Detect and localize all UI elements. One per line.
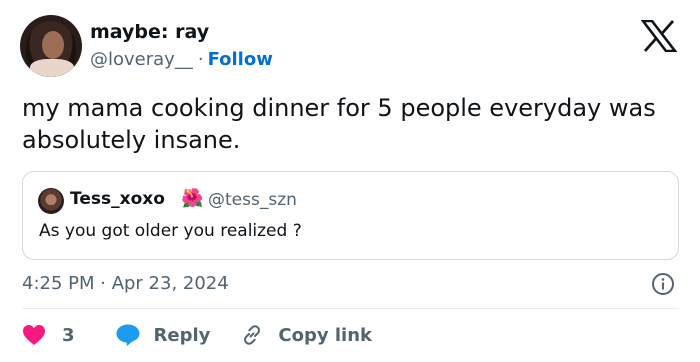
reply-icon bbox=[116, 324, 140, 346]
avatar-clothing bbox=[30, 59, 74, 77]
reply-button[interactable]: Reply bbox=[115, 323, 211, 347]
author-display-name[interactable]: maybe: ray bbox=[90, 21, 209, 43]
like-button[interactable]: 3 bbox=[22, 324, 75, 346]
separator-dot: · bbox=[197, 49, 204, 70]
quoted-author-name: Tess_xoxo bbox=[70, 189, 165, 209]
author-avatar[interactable] bbox=[20, 15, 82, 77]
avatar-face bbox=[42, 31, 64, 59]
flower-icon: 🌺 bbox=[181, 188, 204, 209]
info-icon[interactable] bbox=[651, 272, 675, 296]
timestamp[interactable]: 4:25 PM · Apr 23, 2024 bbox=[22, 273, 229, 294]
like-count: 3 bbox=[62, 324, 75, 346]
heart-icon bbox=[23, 325, 45, 345]
copy-link-label: Copy link bbox=[278, 324, 372, 346]
divider bbox=[22, 308, 679, 309]
author-handle[interactable]: @loveray__ bbox=[90, 49, 193, 70]
copy-link-button[interactable]: Copy link bbox=[240, 323, 372, 347]
author-handle-row: @loveray__ · Follow bbox=[90, 49, 273, 70]
action-bar: 3 Reply Copy link bbox=[22, 320, 372, 350]
x-logo-icon[interactable] bbox=[641, 20, 677, 52]
link-icon bbox=[244, 325, 261, 345]
quoted-author-avatar[interactable] bbox=[38, 188, 64, 214]
quoted-tweet[interactable]: Tess_xoxo 🌺 @tess_szn As you got older y… bbox=[22, 171, 679, 260]
follow-button[interactable]: Follow bbox=[208, 49, 273, 70]
reply-label: Reply bbox=[153, 324, 211, 346]
quoted-tweet-text: As you got older you realized ? bbox=[39, 221, 302, 241]
tweet-text: my mama cooking dinner for 5 people ever… bbox=[22, 94, 656, 154]
quoted-author-handle: @tess_szn bbox=[208, 190, 297, 210]
